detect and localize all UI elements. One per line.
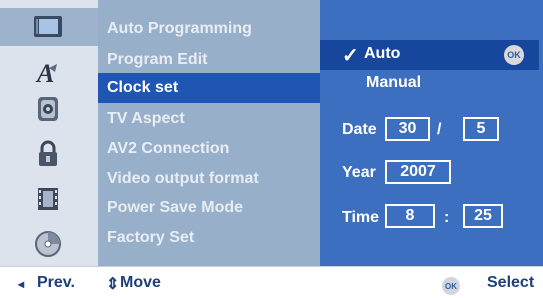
date-day-field[interactable]: 30: [385, 117, 430, 141]
select-hint: Select: [487, 274, 535, 291]
date-label: Date: [342, 121, 377, 138]
date-day-value: 30: [398, 120, 417, 137]
year-label: Year: [342, 164, 376, 181]
audio-icon[interactable]: [33, 95, 63, 123]
date-month-field[interactable]: 5: [463, 117, 499, 141]
menu-item-program-edit[interactable]: Program Edit: [107, 51, 207, 69]
ok-button-icon: OK: [442, 277, 460, 295]
prev-arrow-icon: ◂: [18, 277, 25, 291]
year-field[interactable]: 2007: [385, 160, 451, 184]
time-minute-value: 25: [474, 207, 492, 224]
svg-text:A: A: [35, 59, 54, 86]
move-arrow-icon: ⇕: [106, 276, 120, 293]
menu-item-factory-set[interactable]: Factory Set: [107, 229, 194, 247]
check-icon: ✓: [342, 45, 359, 67]
menu-item-power-save-mode[interactable]: Power Save Mode: [107, 199, 243, 217]
auto-option-label[interactable]: Auto: [364, 45, 400, 63]
language-icon[interactable]: A: [33, 58, 63, 86]
recording-icon[interactable]: [33, 185, 63, 213]
time-hour-field[interactable]: 8: [385, 204, 435, 228]
ok-icon: OK: [504, 45, 524, 65]
year-value: 2007: [400, 163, 436, 180]
help-bar: ◂ Prev. ⇕ Move OK Select: [0, 266, 543, 298]
prev-hint: Prev.: [37, 274, 75, 291]
date-separator: /: [437, 121, 442, 138]
setup-menu-panel: [98, 0, 320, 266]
move-hint: Move: [120, 274, 161, 291]
time-separator: :: [444, 209, 450, 226]
menu-item-video-output-format[interactable]: Video output format: [107, 170, 259, 188]
menu-item-tv-aspect[interactable]: TV Aspect: [107, 110, 185, 128]
disc-icon[interactable]: [33, 230, 63, 258]
date-month-value: 5: [476, 120, 486, 137]
menu-item-av2-connection[interactable]: AV2 Connection: [107, 140, 229, 158]
lock-icon[interactable]: [33, 140, 63, 168]
time-minute-field[interactable]: 25: [463, 204, 503, 228]
time-hour-value: 8: [405, 207, 415, 224]
menu-item-clock-set[interactable]: Clock set: [107, 79, 178, 97]
time-label: Time: [342, 209, 380, 226]
manual-option-label[interactable]: Manual: [366, 74, 421, 92]
tv-general-icon[interactable]: [33, 13, 63, 41]
menu-item-auto-programming[interactable]: Auto Programming: [107, 20, 252, 38]
